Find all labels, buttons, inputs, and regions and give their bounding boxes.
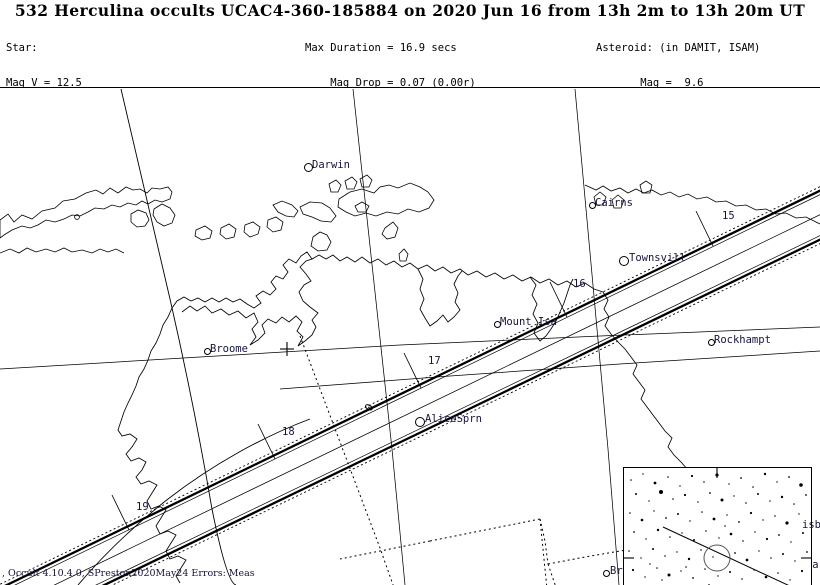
star-info-line-1: Star:: [6, 42, 38, 55]
occultation-prediction-page: 532 Herculina occults UCAC4-360-185884 o…: [0, 0, 820, 585]
city-dot-darwin: [304, 163, 313, 172]
star-field-vector: [624, 468, 811, 585]
map-centre-cross: [280, 342, 294, 356]
city-dot-townsville: [619, 256, 629, 266]
time-tick-18: [257, 423, 276, 460]
time-label-18: 18: [282, 426, 295, 438]
city-dot-mount-isa: [494, 321, 501, 328]
city-dot-alice-springs: [415, 417, 425, 427]
time-label-15: 15: [722, 210, 735, 222]
time-label-16: 16: [573, 278, 586, 290]
prediction-header: 532 Herculina occults UCAC4-360-185884 o…: [0, 0, 820, 228]
city-dot-broken-hill: [603, 570, 610, 577]
city-dot-broome: [204, 348, 211, 355]
city-dot-rockhampton: [708, 339, 715, 346]
event-info-line-1: Max Duration = 16.9 secs: [305, 42, 457, 55]
time-tick-16: [549, 281, 568, 318]
time-label-19: 19: [136, 501, 149, 513]
city-label-brisbane: isb: [802, 519, 820, 531]
coastline-group: [0, 174, 820, 262]
time-tick-15: [695, 210, 714, 247]
occultation-map: Darwin Cairns Townsvill Rockhampt Mount …: [0, 89, 820, 585]
city-dot-cairns: [589, 202, 596, 209]
asteroid-info-line-1: Asteroid: (in DAMIT, ISAM): [596, 42, 761, 55]
state-boundaries: [299, 335, 651, 585]
time-label-17: 17: [428, 355, 441, 367]
header-divider: [0, 87, 820, 88]
star-field-inset: [623, 467, 812, 585]
time-tick-17: [403, 352, 422, 389]
star-field-background: [624, 468, 811, 585]
page-title: 532 Herculina occults UCAC4-360-185884 o…: [14, 1, 806, 20]
software-credit: , Occult 4.10.4.0, SPreston2020May24 Err…: [2, 568, 255, 579]
time-tick-19: [111, 494, 130, 531]
terminator-curve: [77, 89, 311, 585]
